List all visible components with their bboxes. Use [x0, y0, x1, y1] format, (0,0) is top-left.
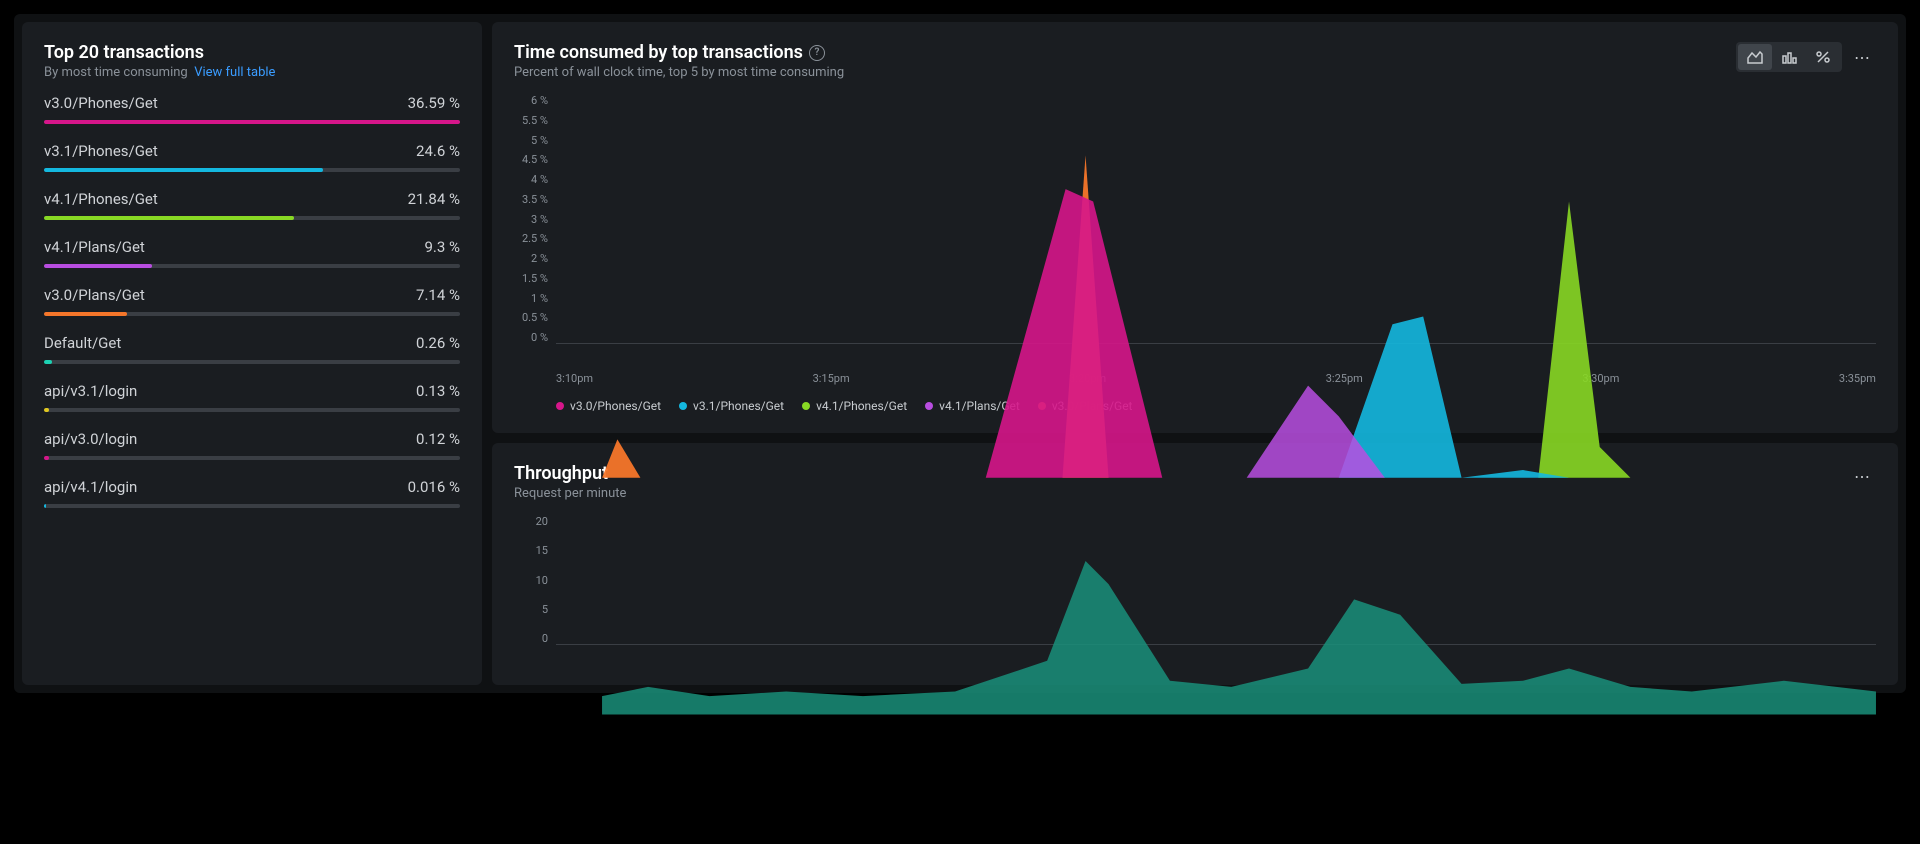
bar-chart-icon — [1781, 50, 1797, 64]
time-chart-area: 6 % 5.5 % 5 % 4.5 % 4 % 3.5 % 3 % 2.5 % 2 % 1.5 %… — [514, 94, 1876, 364]
panel-subtitle: By most time consuming View full table — [44, 65, 275, 80]
transaction-pct: 7.14 % — [416, 286, 460, 304]
transaction-pct: 24.6 % — [416, 142, 460, 160]
transaction-pct: 0.016 % — [408, 478, 460, 496]
transaction-pct: 0.26 % — [416, 334, 460, 352]
transaction-pct: 36.59 % — [408, 94, 460, 112]
transaction-row[interactable]: api/v4.1/login 0.016 % — [44, 478, 460, 508]
bar-track — [44, 216, 460, 220]
chart-plot[interactable] — [556, 94, 1876, 344]
bar-fill — [44, 312, 127, 316]
y-tick: 5 % — [531, 134, 548, 147]
panel-subtitle: Percent of wall clock time, top 5 by mos… — [514, 65, 844, 80]
transaction-name: v3.1/Phones/Get — [44, 142, 158, 160]
y-tick: 5 — [542, 603, 548, 616]
throughput-chart-area: 20 15 10 5 0 — [514, 515, 1876, 665]
y-tick: 6 % — [531, 94, 548, 107]
transaction-name: Default/Get — [44, 334, 121, 352]
bar-track — [44, 360, 460, 364]
transaction-list: v3.0/Phones/Get 36.59 % v3.1/Phones/Get 24.… — [44, 94, 460, 508]
transaction-row[interactable]: v4.1/Phones/Get 21.84 % — [44, 190, 460, 220]
panel-header: Time consumed by top transactions ? Perc… — [514, 42, 1876, 80]
y-tick: 0 — [542, 632, 548, 645]
bar-track — [44, 168, 460, 172]
panel-title: Top 20 transactions — [44, 42, 275, 63]
transaction-name: v4.1/Plans/Get — [44, 238, 145, 256]
bar-track — [44, 456, 460, 460]
chart-svg — [556, 515, 1876, 715]
panel-controls: ⋯ — [1736, 42, 1876, 72]
panel-header: Top 20 transactions By most time consumi… — [44, 42, 460, 80]
transaction-pct: 9.3 % — [424, 238, 460, 256]
y-tick: 5.5 % — [522, 114, 548, 127]
bar-fill — [44, 504, 46, 508]
transaction-pct: 21.84 % — [408, 190, 460, 208]
bar-fill — [44, 360, 52, 364]
transaction-row[interactable]: v3.0/Phones/Get 36.59 % — [44, 94, 460, 124]
chart-svg — [556, 94, 1876, 478]
transaction-name: v4.1/Phones/Get — [44, 190, 158, 208]
bar-track — [44, 312, 460, 316]
y-tick: 2 % — [531, 252, 548, 265]
chart-type-toggle — [1736, 42, 1842, 72]
transaction-name: api/v3.0/login — [44, 430, 137, 448]
bar-fill — [44, 216, 294, 220]
panel-subtitle: Request per minute — [514, 486, 626, 501]
bar-fill — [44, 168, 323, 172]
bar-track — [44, 264, 460, 268]
y-tick: 3 % — [531, 213, 548, 226]
bar-fill — [44, 456, 49, 460]
y-tick: 1 % — [531, 292, 548, 305]
area-chart-button[interactable] — [1738, 44, 1772, 70]
dashboard: Top 20 transactions By most time consumi… — [14, 14, 1906, 693]
transaction-row[interactable]: api/v3.1/login 0.13 % — [44, 382, 460, 412]
y-tick: 0 % — [531, 331, 548, 344]
top-transactions-panel: Top 20 transactions By most time consumi… — [22, 22, 482, 685]
y-tick: 15 — [536, 544, 548, 557]
transaction-row[interactable]: v3.1/Phones/Get 24.6 % — [44, 142, 460, 172]
more-menu-button[interactable]: ⋯ — [1850, 44, 1876, 70]
percent-button[interactable] — [1806, 44, 1840, 70]
transaction-row[interactable]: Default/Get 0.26 % — [44, 334, 460, 364]
y-tick: 4 % — [531, 173, 548, 186]
transaction-row[interactable]: v3.0/Plans/Get 7.14 % — [44, 286, 460, 316]
bar-fill — [44, 408, 49, 412]
y-tick: 20 — [536, 515, 548, 528]
chart-plot[interactable] — [556, 515, 1876, 645]
transaction-pct: 0.13 % — [416, 382, 460, 400]
percent-icon — [1815, 50, 1831, 64]
transaction-name: api/v3.1/login — [44, 382, 137, 400]
y-axis: 6 % 5.5 % 5 % 4.5 % 4 % 3.5 % 3 % 2.5 % 2 % 1.5 %… — [514, 94, 556, 344]
info-icon[interactable]: ? — [809, 45, 825, 61]
transaction-name: v3.0/Phones/Get — [44, 94, 158, 112]
throughput-panel: Throughput Request per minute ⋯ 20151050 — [492, 443, 1898, 685]
transaction-pct: 0.12 % — [416, 430, 460, 448]
y-tick: 1.5 % — [522, 272, 548, 285]
time-consumed-panel: Time consumed by top transactions ? Perc… — [492, 22, 1898, 433]
transaction-name: v3.0/Plans/Get — [44, 286, 145, 304]
bar-track — [44, 120, 460, 124]
area-chart-icon — [1747, 50, 1763, 64]
bar-fill — [44, 264, 152, 268]
transaction-row[interactable]: api/v3.0/login 0.12 % — [44, 430, 460, 460]
y-tick: 0.5 % — [522, 311, 548, 324]
view-full-table-link[interactable]: View full table — [194, 65, 275, 80]
y-tick: 3.5 % — [522, 193, 548, 206]
panel-title: Time consumed by top transactions ? — [514, 42, 844, 63]
bar-track — [44, 408, 460, 412]
transaction-name: api/v4.1/login — [44, 478, 137, 496]
y-tick: 4.5 % — [522, 153, 548, 166]
bar-chart-button[interactable] — [1772, 44, 1806, 70]
bar-track — [44, 504, 460, 508]
transaction-row[interactable]: v4.1/Plans/Get 9.3 % — [44, 238, 460, 268]
y-tick: 2.5 % — [522, 232, 548, 245]
y-axis: 20 15 10 5 0 — [514, 515, 556, 645]
y-tick: 10 — [536, 574, 548, 587]
bar-fill — [44, 120, 460, 124]
